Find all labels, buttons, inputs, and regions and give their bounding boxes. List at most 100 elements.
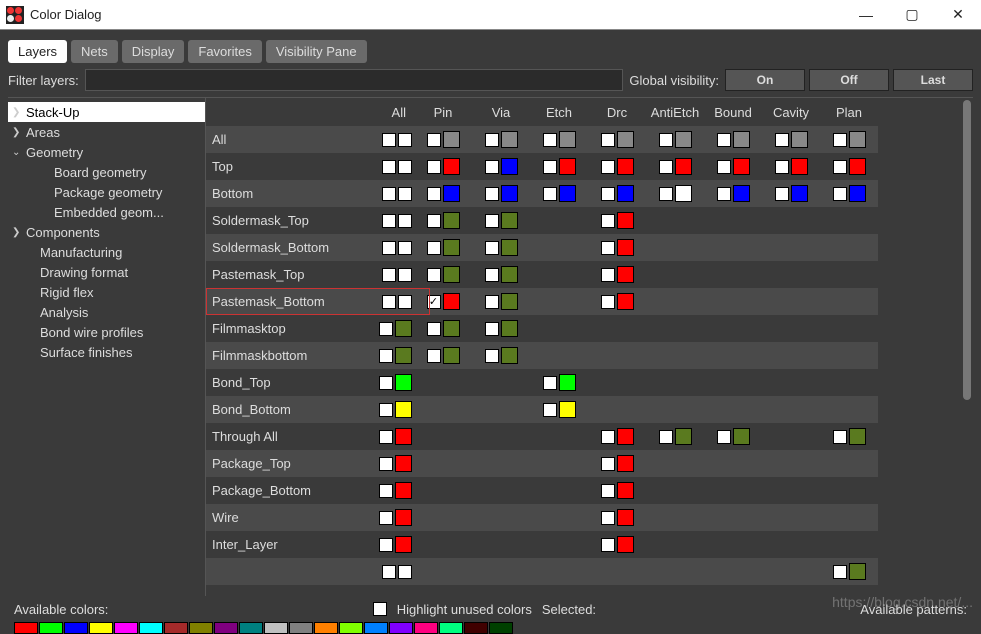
tab-layers[interactable]: Layers	[8, 40, 67, 63]
filter-input[interactable]	[85, 69, 624, 91]
color-swatch[interactable]	[617, 509, 634, 526]
color-swatch[interactable]	[395, 428, 412, 445]
tree-item-areas[interactable]: ❯Areas	[8, 122, 205, 142]
color-swatch[interactable]	[675, 428, 692, 445]
tree-item-drawing-format[interactable]: Drawing format	[8, 262, 205, 282]
palette-swatch[interactable]	[264, 622, 288, 634]
visibility-checkbox[interactable]	[379, 349, 393, 363]
visibility-checkbox[interactable]	[485, 187, 499, 201]
palette-swatch[interactable]	[89, 622, 113, 634]
color-swatch[interactable]	[617, 536, 634, 553]
tree-item-components[interactable]: ❯Components	[8, 222, 205, 242]
close-button[interactable]: ✕	[935, 0, 981, 29]
color-swatch[interactable]	[849, 131, 866, 148]
visibility-checkbox[interactable]	[659, 133, 673, 147]
visibility-checkbox[interactable]	[427, 187, 441, 201]
palette-swatch[interactable]	[164, 622, 188, 634]
global-vis-last-button[interactable]: Last	[893, 69, 973, 91]
palette-swatch[interactable]	[314, 622, 338, 634]
palette-swatch[interactable]	[114, 622, 138, 634]
color-swatch[interactable]	[617, 212, 634, 229]
visibility-checkbox[interactable]	[485, 214, 499, 228]
color-swatch[interactable]	[849, 428, 866, 445]
visibility-checkbox[interactable]	[427, 322, 441, 336]
color-swatch[interactable]	[791, 131, 808, 148]
color-swatch[interactable]	[559, 185, 576, 202]
visibility-checkbox[interactable]	[543, 133, 557, 147]
visibility-checkbox[interactable]	[485, 268, 499, 282]
visibility-checkbox[interactable]	[543, 376, 557, 390]
color-swatch[interactable]	[395, 374, 412, 391]
visibility-checkbox[interactable]	[382, 214, 396, 228]
color-swatch[interactable]	[395, 347, 412, 364]
visibility-checkbox[interactable]	[382, 268, 396, 282]
color-swatch[interactable]	[733, 185, 750, 202]
color-swatch[interactable]	[617, 482, 634, 499]
color-swatch[interactable]	[443, 320, 460, 337]
visibility-checkbox[interactable]	[543, 187, 557, 201]
visibility-checkbox[interactable]	[659, 187, 673, 201]
palette-swatch[interactable]	[414, 622, 438, 634]
visibility-checkbox[interactable]	[833, 430, 847, 444]
palette-swatch[interactable]	[64, 622, 88, 634]
color-swatch[interactable]	[443, 347, 460, 364]
visibility-checkbox[interactable]	[717, 187, 731, 201]
global-vis-off-button[interactable]: Off	[809, 69, 889, 91]
color-swatch[interactable]	[501, 131, 518, 148]
visibility-checkbox[interactable]	[601, 295, 615, 309]
visibility-checkbox[interactable]	[379, 322, 393, 336]
visibility-checkbox[interactable]	[717, 133, 731, 147]
palette-swatch[interactable]	[464, 622, 488, 634]
tree-item-manufacturing[interactable]: Manufacturing	[8, 242, 205, 262]
tree-item-surface-finishes[interactable]: Surface finishes	[8, 342, 205, 362]
color-swatch[interactable]	[501, 320, 518, 337]
color-swatch[interactable]	[559, 158, 576, 175]
visibility-checkbox[interactable]	[398, 241, 412, 255]
visibility-checkbox[interactable]	[833, 565, 847, 579]
palette-swatch[interactable]	[14, 622, 38, 634]
color-swatch[interactable]	[443, 185, 460, 202]
color-swatch[interactable]	[617, 131, 634, 148]
visibility-checkbox[interactable]	[398, 214, 412, 228]
tree-item-bond-wire-profiles[interactable]: Bond wire profiles	[8, 322, 205, 342]
color-swatch[interactable]	[501, 185, 518, 202]
visibility-checkbox[interactable]	[717, 160, 731, 174]
visibility-checkbox[interactable]	[717, 430, 731, 444]
tree-item-stack-up[interactable]: ❯Stack-Up	[8, 102, 205, 122]
visibility-checkbox[interactable]	[543, 403, 557, 417]
palette-swatch[interactable]	[489, 622, 513, 634]
color-swatch[interactable]	[443, 239, 460, 256]
visibility-checkbox[interactable]	[427, 133, 441, 147]
visibility-checkbox[interactable]	[382, 133, 396, 147]
palette-swatch[interactable]	[139, 622, 163, 634]
visibility-checkbox[interactable]	[601, 538, 615, 552]
color-swatch[interactable]	[733, 131, 750, 148]
tree-item-rigid-flex[interactable]: Rigid flex	[8, 282, 205, 302]
visibility-checkbox[interactable]	[427, 214, 441, 228]
visibility-checkbox[interactable]	[775, 133, 789, 147]
color-swatch[interactable]	[559, 131, 576, 148]
visibility-checkbox[interactable]	[382, 295, 396, 309]
color-swatch[interactable]	[733, 158, 750, 175]
visibility-checkbox[interactable]	[382, 160, 396, 174]
visibility-checkbox[interactable]	[379, 538, 393, 552]
color-swatch[interactable]	[849, 563, 866, 580]
visibility-checkbox[interactable]	[398, 133, 412, 147]
visibility-checkbox[interactable]	[382, 187, 396, 201]
visibility-checkbox[interactable]	[485, 160, 499, 174]
color-swatch[interactable]	[849, 158, 866, 175]
visibility-checkbox[interactable]	[601, 133, 615, 147]
color-swatch[interactable]	[501, 266, 518, 283]
visibility-checkbox[interactable]	[833, 133, 847, 147]
visibility-checkbox[interactable]	[485, 241, 499, 255]
visibility-checkbox[interactable]	[379, 430, 393, 444]
palette-swatch[interactable]	[239, 622, 263, 634]
color-swatch[interactable]	[791, 185, 808, 202]
visibility-checkbox[interactable]	[427, 349, 441, 363]
tree-item-package-geometry[interactable]: Package geometry	[8, 182, 205, 202]
palette-swatch[interactable]	[364, 622, 388, 634]
color-swatch[interactable]	[443, 266, 460, 283]
tree-item-board-geometry[interactable]: Board geometry	[8, 162, 205, 182]
visibility-checkbox[interactable]	[485, 295, 499, 309]
visibility-checkbox[interactable]	[485, 349, 499, 363]
